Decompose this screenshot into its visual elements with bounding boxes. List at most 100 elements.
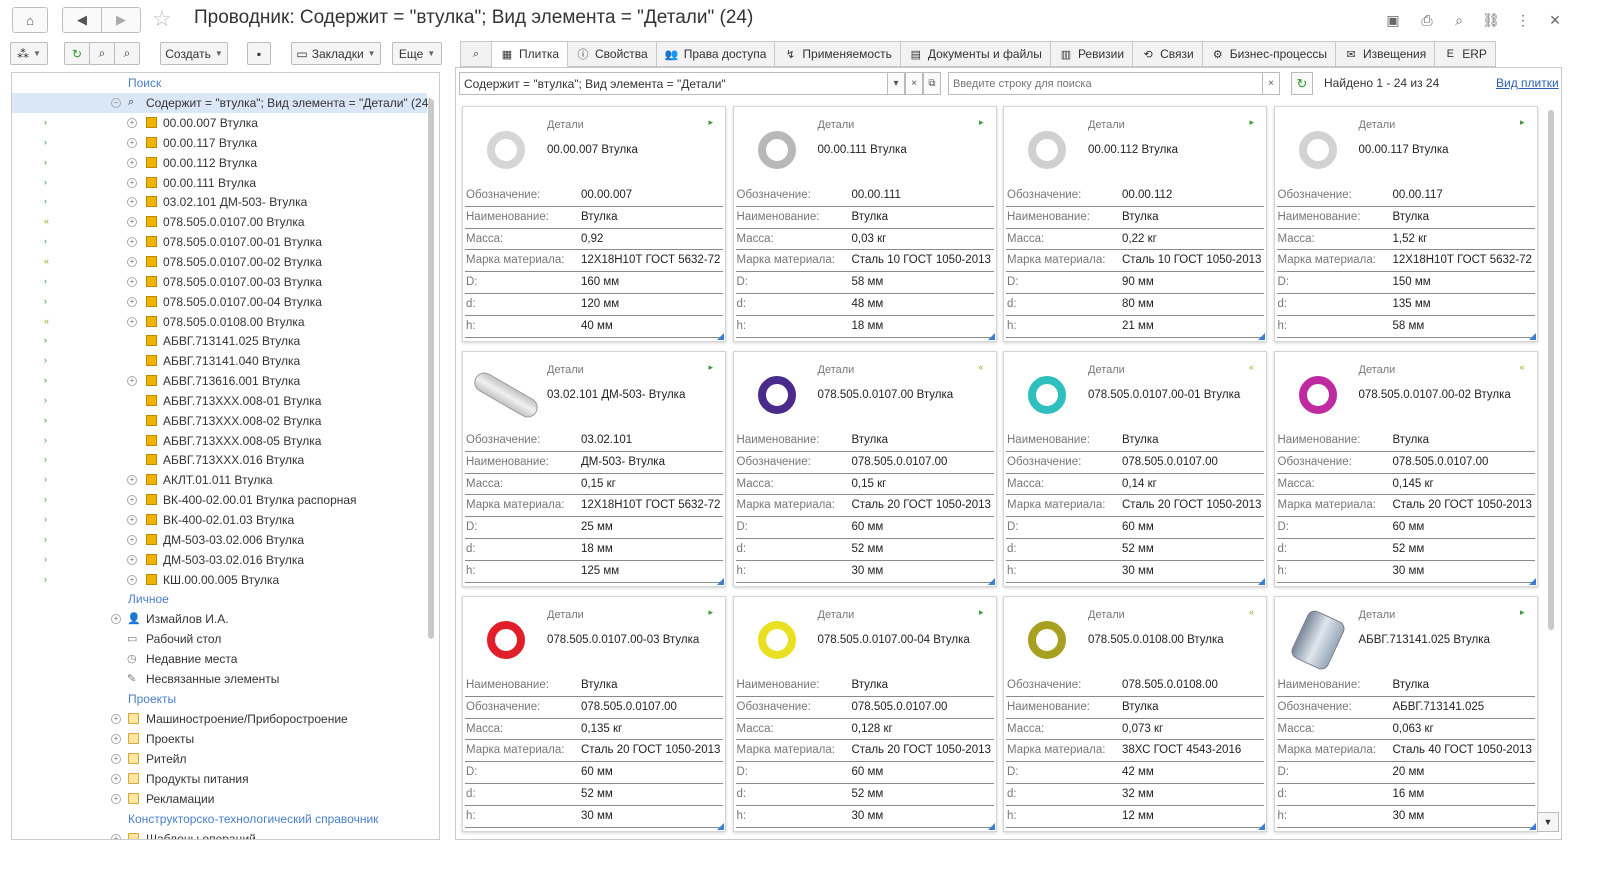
part-tile[interactable]: Детали 03.02.101 ДМ-503- Втулка ▸ Обозначен… (462, 351, 726, 587)
refresh-button[interactable]: ↻ (64, 42, 90, 65)
expand-icon[interactable]: + (111, 834, 121, 839)
expand-icon[interactable]: + (127, 137, 137, 148)
expand-icon[interactable]: + (127, 177, 137, 188)
part-tile[interactable]: Детали 00.00.007 Втулка ▸ Обозначение: 00.00… (462, 106, 726, 342)
preview-icon[interactable]: ⌕ (1449, 10, 1469, 30)
expand-icon[interactable]: + (111, 734, 121, 745)
tree-item[interactable]: ✎ Несвязанные элементы (12, 669, 427, 689)
tree-scroll-thumb[interactable] (428, 99, 434, 639)
tree-item[interactable]: › +00.00.112 Втулка (12, 153, 427, 173)
tree-item[interactable]: › АБВГ.713141.025 Втулка (12, 331, 427, 351)
expand-icon[interactable]: + (111, 794, 121, 805)
search-input[interactable] (948, 72, 1280, 95)
tree-item[interactable]: › + ВК-400-02.00.01 Втулка распорная (12, 490, 427, 510)
tree-search-root[interactable]: − ⌕ Содержит = "втулка"; Вид элемента = "Д… (12, 93, 432, 113)
tab-2[interactable]: 👥 Права доступа (656, 41, 776, 67)
condition-dropdown-button[interactable]: ▾ (887, 72, 905, 95)
part-tile[interactable]: Детали 00.00.117 Втулка ▸ Обозначение: 00.00… (1273, 106, 1538, 342)
tree-item[interactable]: › +00.00.117 Втулка (12, 133, 427, 153)
search-condition-field[interactable]: Содержит = "втулка"; Вид элемента = "Дет… (459, 72, 941, 95)
expand-icon[interactable]: + (111, 774, 121, 785)
tree-item[interactable]: ◷ Недавние места (12, 649, 427, 669)
tree-item[interactable]: › +078.505.0.0107.00-01 Втулка (12, 232, 427, 252)
part-tile[interactable]: Детали 00.00.111 Втулка ▸ Обозначение: 00.00… (732, 106, 997, 342)
tree-item[interactable]: « +078.505.0.0107.00-02 Втулка (12, 252, 427, 272)
expand-icon[interactable]: + (127, 495, 137, 506)
tree-item[interactable]: › АБВГ.713ХХХ.008-01 Втулка (12, 391, 427, 411)
part-tile[interactable]: Детали АБВГ.713141.025 Втулка ▸ Наименовани… (1273, 596, 1538, 832)
save-button[interactable]: ▪ (247, 42, 271, 65)
tab-3[interactable]: ↯ Применяемость (775, 41, 901, 67)
part-tile[interactable]: Детали 078.505.0.0107.00-04 Втулка ▸ Наимен… (732, 596, 997, 832)
tree-item[interactable]: + Рекламации (12, 789, 427, 809)
tab-0[interactable]: ▦ Плитка (492, 41, 569, 67)
more-menu-icon[interactable]: ⋮ (1513, 10, 1533, 30)
tree-item[interactable]: + Машиностроение/Приборостроение (12, 709, 427, 729)
tab-9[interactable]: E ERP (1435, 41, 1496, 67)
expand-icon[interactable]: + (111, 714, 121, 725)
close-icon[interactable]: × (1545, 10, 1565, 30)
tab-7[interactable]: ⚙ Бизнес-процессы (1202, 41, 1336, 67)
tree-item[interactable]: + 👤 Измайлов И.А. (12, 609, 427, 629)
expand-icon[interactable]: + (127, 276, 137, 287)
tab-search[interactable]: ⌕ (460, 41, 492, 67)
collapse-icon[interactable]: − (111, 98, 121, 108)
tree-item[interactable]: › +00.00.007 Втулка (12, 113, 427, 133)
tree-item[interactable]: › +078.505.0.0107.00-03 Втулка (12, 272, 427, 292)
save-icon[interactable]: ▣ (1383, 10, 1403, 30)
expand-icon[interactable]: + (127, 118, 137, 128)
expand-icon[interactable]: + (127, 217, 137, 228)
expand-icon[interactable]: + (127, 554, 137, 565)
expand-icon[interactable]: + (127, 157, 137, 168)
tree-item[interactable]: ▭ Рабочий стол (12, 629, 427, 649)
tree-item[interactable]: « +078.505.0.0107.00 Втулка (12, 212, 427, 232)
tree-item[interactable]: › +03.02.101 ДМ-503- Втулка (12, 192, 427, 212)
search-refresh-button[interactable]: ↻ (1291, 72, 1313, 95)
tree-item[interactable]: › +00.00.111 Втулка (12, 173, 427, 193)
expand-icon[interactable]: + (127, 475, 137, 486)
expand-icon[interactable]: + (127, 296, 137, 307)
expand-icon[interactable]: + (111, 754, 121, 765)
home-button[interactable]: ⌂ (12, 7, 48, 33)
tab-5[interactable]: ▥ Ревизии (1050, 41, 1134, 67)
tree-mode-dropdown[interactable]: ⁂ ▼ (10, 42, 48, 65)
part-tile[interactable]: Детали 078.505.0.0107.00-02 Втулка « Наимен… (1273, 351, 1538, 587)
more-button[interactable]: Еще ▼ (392, 42, 442, 65)
tree-item[interactable]: › + ДМ-503-03.02.016 Втулка (12, 550, 427, 570)
tree-item[interactable]: › + ДМ-503-03.02.006 Втулка (12, 530, 427, 550)
part-tile[interactable]: Детали 00.00.112 Втулка ▸ Обозначение: 00.00… (1003, 106, 1267, 342)
tree-item[interactable]: › +078.505.0.0107.00-04 Втулка (12, 292, 427, 312)
part-tile[interactable]: Детали 078.505.0.0107.00-03 Втулка ▸ Наимен… (462, 596, 726, 832)
tree-item[interactable]: + Проекты (12, 729, 427, 749)
expand-icon[interactable]: + (111, 614, 121, 625)
tab-8[interactable]: ✉ Извещения (1335, 41, 1436, 67)
forward-button[interactable]: ▶ (101, 7, 141, 33)
tree-item[interactable]: › + ВК-400-02.01.03 Втулка (12, 510, 427, 530)
tree-item[interactable]: + Шаблоны операций (12, 829, 427, 839)
tree-item[interactable]: › + КШ.00.00.005 Втулка (12, 570, 427, 590)
tree-item[interactable]: › АБВГ.713ХХХ.008-05 Втулка (12, 431, 427, 451)
condition-clear-button[interactable]: × (905, 72, 923, 95)
tree-item[interactable]: › + АБВГ.713616.001 Втулка (12, 371, 427, 391)
condition-open-button[interactable]: ⧉ (923, 72, 941, 95)
back-button[interactable]: ◀ (62, 7, 102, 33)
tile-scrollbar[interactable]: ▼ (1537, 108, 1559, 836)
tree-scrollbar[interactable] (426, 77, 436, 835)
link-icon[interactable]: ⛓ (1481, 10, 1501, 30)
bookmarks-button[interactable]: ▭ Закладки ▼ (291, 42, 381, 65)
tree-item[interactable]: › АБВГ.713ХХХ.008-02 Втулка (12, 411, 427, 431)
print-icon[interactable]: ⎙ (1417, 10, 1437, 30)
expand-icon[interactable]: + (127, 515, 137, 525)
tab-1[interactable]: ⓘ Свойства (568, 41, 657, 67)
expand-icon[interactable]: + (127, 256, 137, 267)
search-clear-button[interactable]: × (1262, 72, 1280, 95)
tile-view-link[interactable]: Вид плитки (1496, 76, 1559, 90)
tree-item[interactable]: › АБВГ.713ХХХ.016 Втулка (12, 450, 427, 470)
part-tile[interactable]: Детали 078.505.0.0108.00 Втулка « Обозначен… (1003, 596, 1267, 832)
expand-icon[interactable]: + (127, 316, 137, 327)
tree-item[interactable]: « +078.505.0.0108.00 Втулка (12, 312, 427, 332)
create-button[interactable]: Создать ▼ (160, 42, 228, 65)
tree-item[interactable]: + Продукты питания (12, 769, 427, 789)
expand-icon[interactable]: + (127, 376, 137, 387)
find-next-button[interactable]: ⌕ (114, 42, 140, 65)
